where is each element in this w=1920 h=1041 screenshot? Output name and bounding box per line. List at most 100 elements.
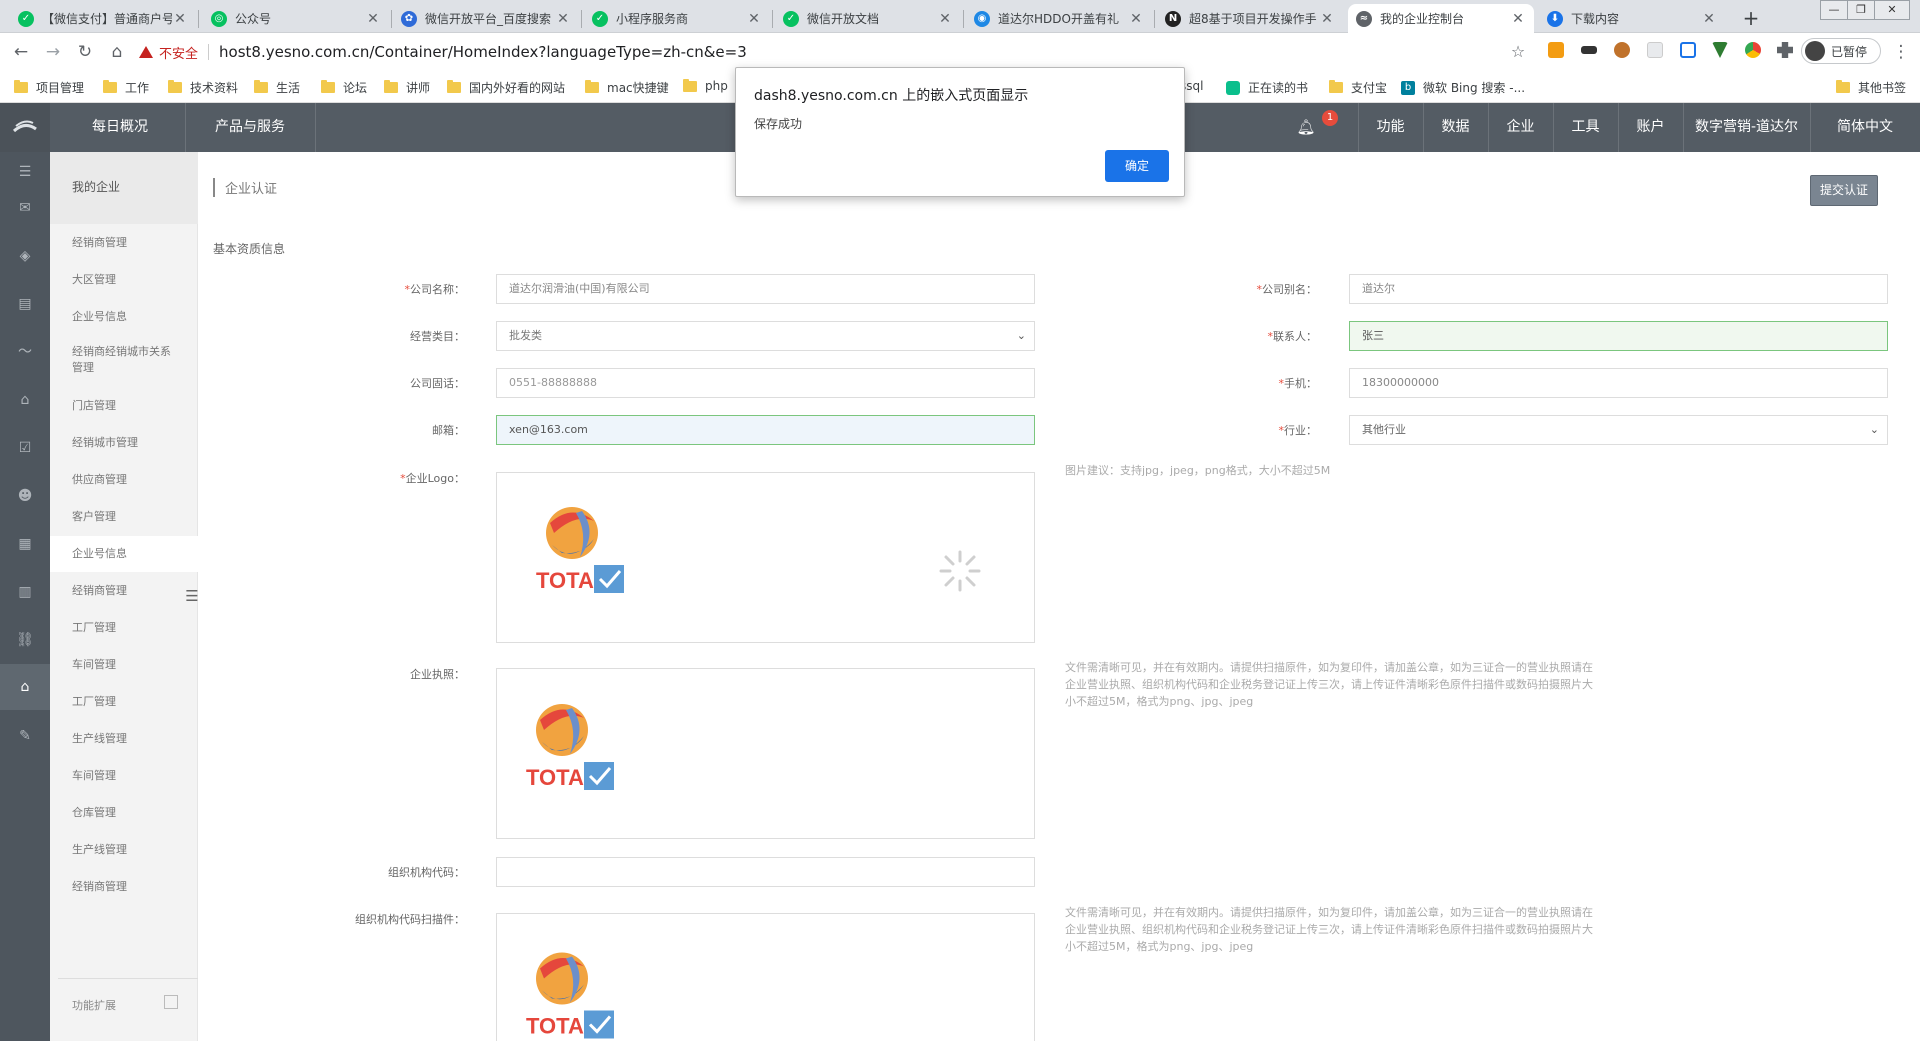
bookmark-other[interactable]: 其他书签 (1836, 79, 1906, 96)
box-icon[interactable]: ◈ (15, 246, 35, 266)
bookmark-alipay[interactable]: 支付宝 (1329, 79, 1387, 96)
sidebar-item[interactable]: 生产线管理 (50, 731, 198, 747)
bookmark-folder[interactable]: 讲师 (384, 79, 430, 96)
home-icon[interactable]: ⌂ (0, 664, 50, 710)
browser-tab[interactable]: ≈ 我的企业控制台 ✕ (1348, 4, 1534, 33)
industry-select[interactable]: 其他行业 ⌄ (1349, 415, 1888, 445)
sidebar-item[interactable]: 经销城市管理 (50, 435, 198, 451)
glasses-extension-icon[interactable] (1581, 46, 1597, 54)
menu-icon[interactable]: ☰ (15, 162, 35, 182)
sidebar-item[interactable]: 经销商管理 (50, 235, 198, 251)
vue-extension-icon[interactable] (1712, 42, 1728, 58)
sidebar-item[interactable]: 经销商管理 (50, 583, 198, 599)
mobile-input[interactable]: 18300000000 (1349, 368, 1888, 398)
nav-products-services[interactable]: 产品与服务 (200, 103, 300, 152)
sidebar-item[interactable]: 车间管理 (50, 768, 198, 784)
browser-tab[interactable]: ⬇ 下载内容 ✕ (1539, 4, 1725, 33)
bookmark-bing[interactable]: b 微软 Bing 搜索 -... (1401, 79, 1525, 96)
screen-extension-icon[interactable] (1680, 42, 1696, 58)
feature-extension[interactable]: 功能扩展 (58, 978, 198, 1013)
close-tab-icon[interactable]: ✕ (365, 11, 381, 27)
browser-tab[interactable]: N 超8基于项目开发操作手 ✕ (1157, 4, 1343, 33)
close-tab-icon[interactable]: ✕ (555, 11, 571, 27)
close-tab-icon[interactable]: ✕ (1319, 11, 1335, 27)
rss-extension-icon[interactable] (1548, 42, 1564, 58)
monkey-extension-icon[interactable] (1614, 42, 1630, 58)
bookmark-folder[interactable]: 工作 (103, 79, 149, 96)
bookmark-star-icon[interactable]: ☆ (1506, 41, 1530, 65)
bookmark-folder[interactable]: 技术资料 (168, 79, 238, 96)
company-alias-input[interactable]: 道达尔 (1349, 274, 1888, 304)
browser-tab[interactable]: ✿ 微信开放平台_百度搜索 ✕ (393, 4, 579, 33)
browser-tab[interactable]: ✓ 小程序服务商 ✕ (584, 4, 770, 33)
trend-icon[interactable]: 〜 (15, 342, 35, 362)
new-tab-button[interactable]: + (1739, 7, 1763, 31)
puzzle-icon[interactable] (1777, 42, 1793, 58)
home-icon[interactable]: ⌂ (105, 41, 129, 65)
nav-item[interactable]: 数字营销-道达尔 (1683, 103, 1810, 152)
sidebar-item[interactable]: 企业号信息 (50, 536, 198, 572)
browser-tab[interactable]: ✓ 【微信支付】普通商户号 ✕ (10, 4, 196, 33)
bookmark-reading[interactable]: 正在读的书 (1226, 79, 1308, 96)
business-category-select[interactable]: 批发类 ⌄ (496, 321, 1035, 351)
nav-daily-overview[interactable]: 每日概况 (70, 103, 170, 152)
close-tab-icon[interactable]: ✕ (937, 11, 953, 27)
email-input[interactable]: xen@163.com (496, 415, 1035, 445)
nav-item[interactable]: 简体中文 (1810, 103, 1920, 152)
sidebar-item[interactable]: 门店管理 (50, 398, 198, 414)
close-window-button[interactable]: ✕ (1874, 0, 1910, 20)
close-tab-icon[interactable]: ✕ (1701, 11, 1717, 27)
minimize-button[interactable]: — (1820, 0, 1848, 20)
forward-icon[interactable]: → (41, 41, 65, 65)
nav-item[interactable]: 功能 (1358, 103, 1423, 152)
sidebar-item[interactable]: 仓库管理 (50, 805, 198, 821)
sidebar-item[interactable]: 企业号信息 (50, 309, 198, 325)
insecure-badge[interactable]: 不安全 (139, 43, 198, 62)
sidebar-item[interactable]: 车间管理 (50, 657, 198, 673)
contact-input[interactable]: 张三 (1349, 321, 1888, 351)
sidebar-item[interactable]: 工厂管理 (50, 694, 198, 710)
close-tab-icon[interactable]: ✕ (172, 11, 188, 27)
company-name-input[interactable]: 道达尔润滑油(中国)有限公司 (496, 274, 1035, 304)
check-icon[interactable]: ☑ (15, 438, 35, 458)
bookmark-folder[interactable]: mac快捷键 (585, 79, 669, 96)
sidebar-item[interactable]: 生产线管理 (50, 842, 198, 858)
close-tab-icon[interactable]: ✕ (746, 11, 762, 27)
bookmark-folder[interactable]: 论坛 (321, 79, 367, 96)
profile-button[interactable]: 已暂停 (1801, 38, 1881, 64)
phone-input[interactable]: 0551-88888888 (496, 368, 1035, 398)
maximize-button[interactable]: ❐ (1847, 0, 1875, 20)
nav-item[interactable]: 企业 (1488, 103, 1553, 152)
chart-icon[interactable]: ▥ (15, 582, 35, 602)
menu-dots-icon[interactable]: ⋮ (1889, 41, 1913, 65)
sidebar-item[interactable]: 经销商管理 (50, 879, 198, 895)
reload-icon[interactable]: ↻ (73, 41, 97, 65)
report-icon[interactable]: ▦ (15, 534, 35, 554)
user-icon[interactable]: ☻ (15, 486, 35, 506)
sidebar-item[interactable]: 大区管理 (50, 272, 198, 288)
sidebar-item[interactable]: 工厂管理 (50, 620, 198, 636)
org-code-input[interactable] (496, 857, 1035, 887)
bookmark-folder[interactable]: php (683, 78, 728, 93)
bell-icon[interactable]: 🔔︎ (1292, 103, 1320, 152)
close-tab-icon[interactable]: ✕ (1128, 11, 1144, 27)
browser-tab[interactable]: ✓ 微信开放文档 ✕ (775, 4, 961, 33)
nav-item[interactable]: 数据 (1423, 103, 1488, 152)
mail-icon[interactable]: ✉ (15, 198, 35, 218)
app-logo[interactable] (0, 103, 50, 152)
nav-item[interactable]: 账户 (1618, 103, 1683, 152)
bookmark-folder[interactable]: 项目管理 (14, 79, 84, 96)
sidebar-item[interactable]: 供应商管理 (50, 472, 198, 488)
bookmark-folder[interactable]: 生活 (254, 79, 300, 96)
browser-tab[interactable]: ◉ 道达尔HDDO开盖有礼 ✕ (966, 4, 1152, 33)
browser-tab[interactable]: ◎ 公众号 ✕ (203, 4, 389, 33)
blank-extension-icon[interactable] (1647, 42, 1663, 58)
bookmark-folder[interactable]: 国内外好看的网站 (447, 79, 565, 96)
close-tab-icon[interactable]: ✕ (1510, 11, 1526, 27)
chrome-extension-icon[interactable] (1745, 42, 1761, 58)
sidebar-item[interactable]: 经销商经销城市关系管理 (50, 344, 180, 376)
link-icon[interactable]: ⛓ (15, 630, 35, 650)
edit-icon[interactable]: ✎ (15, 726, 35, 746)
nav-item[interactable]: 工具 (1553, 103, 1618, 152)
back-icon[interactable]: ← (9, 41, 33, 65)
